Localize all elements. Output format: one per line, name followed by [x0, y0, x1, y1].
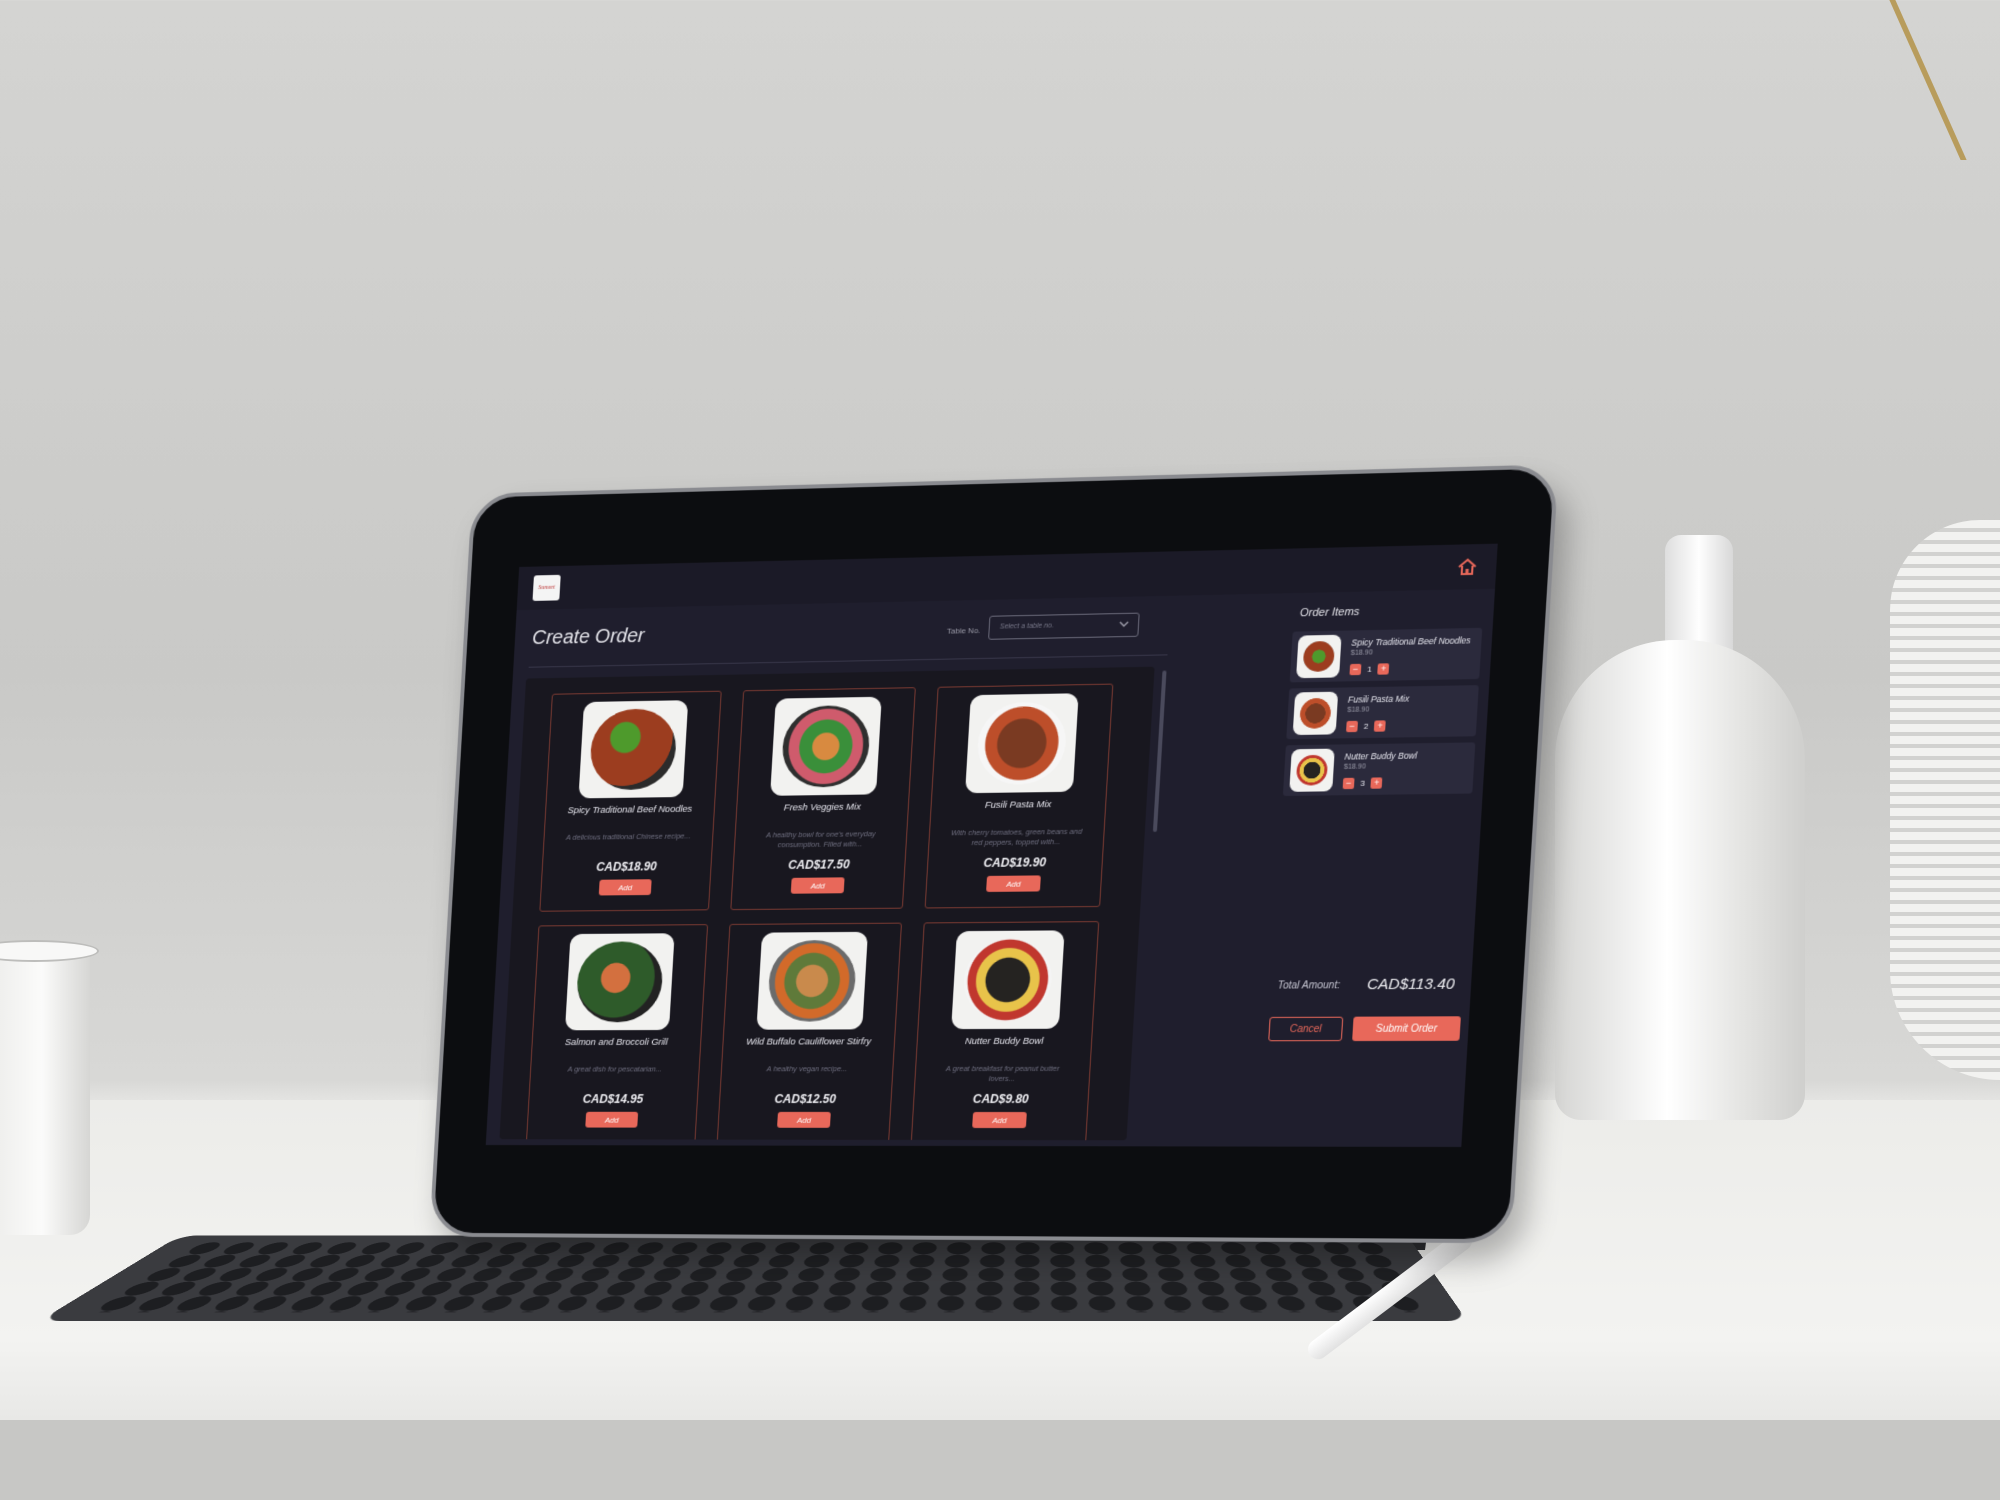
order-item-price: $18.90	[1350, 649, 1373, 657]
tablet: Sumeet Create Order Table No. Select a t…	[429, 464, 1559, 1244]
increase-button[interactable]: +	[1370, 776, 1383, 789]
dish-image	[965, 693, 1079, 794]
dish-name: Fresh Veggies Mix	[783, 801, 862, 814]
app-screen: Sumeet Create Order Table No. Select a t…	[485, 543, 1498, 1147]
dish-food	[588, 708, 679, 791]
quantity-stepper: − 2 +	[1346, 719, 1387, 732]
dish-price: CAD$17.50	[787, 857, 851, 872]
order-item-name: Spicy Traditional Beef Noodles	[1351, 635, 1472, 648]
dish-food	[766, 939, 858, 1022]
menu-card: Fusili Pasta Mix With cherry tomatoes, g…	[924, 683, 1114, 909]
menu-card: Spicy Traditional Beef Noodles A delicio…	[539, 690, 722, 912]
dish-image	[756, 931, 868, 1030]
order-item: Nutter Buddy Bowl $18.90 − 3 +	[1282, 742, 1476, 797]
menu-grid-panel: Spicy Traditional Beef Noodles A delicio…	[499, 666, 1155, 1141]
table-label: Table No.	[946, 625, 981, 636]
menu-card: Fresh Veggies Mix A healthy bowl for one…	[730, 687, 916, 911]
chevron-down-icon	[1118, 618, 1131, 630]
order-item-image	[1296, 634, 1342, 679]
dish-description: A healthy vegan recipe...	[766, 1064, 848, 1074]
page-title: Create Order	[531, 625, 645, 650]
dish-food	[575, 941, 665, 1023]
dish-image	[564, 933, 675, 1031]
order-item-name: Nutter Buddy Bowl	[1344, 750, 1418, 762]
dish-price: CAD$19.90	[983, 855, 1047, 870]
quantity-stepper: − 1 +	[1349, 662, 1390, 675]
menu-grid: Spicy Traditional Beef Noodles A delicio…	[525, 683, 1114, 1141]
order-item: Spicy Traditional Beef Noodles $18.90 − …	[1289, 627, 1483, 683]
decrease-button[interactable]: −	[1349, 663, 1362, 675]
dish-price: CAD$12.50	[774, 1092, 837, 1106]
dish-price: CAD$18.90	[595, 859, 658, 874]
app-logo[interactable]: Sumeet	[532, 574, 561, 601]
submit-order-button[interactable]: Submit Order	[1352, 1016, 1461, 1042]
main-area: Create Order Table No. Select a table no…	[486, 593, 1277, 1146]
add-button[interactable]: Add	[790, 877, 845, 894]
order-items-title: Order Items	[1299, 605, 1360, 620]
quantity-value: 2	[1363, 721, 1369, 731]
order-item-price: $18.90	[1343, 763, 1367, 771]
order-item: Fusili Pasta Mix $18.90 − 2 +	[1286, 685, 1479, 740]
order-item-image	[1292, 691, 1339, 736]
add-button[interactable]: Add	[598, 879, 652, 896]
table-select-placeholder: Select a table no.	[999, 622, 1054, 631]
plant-branch	[1889, 0, 2000, 160]
tablet-frame: Sumeet Create Order Table No. Select a t…	[429, 464, 1559, 1244]
header-divider	[528, 654, 1168, 668]
dish-image	[951, 930, 1065, 1030]
dish-description: A delicious traditional Chinese recipe..…	[565, 831, 691, 842]
add-button[interactable]: Add	[585, 1111, 639, 1128]
dish-food	[961, 938, 1055, 1022]
dish-food	[780, 704, 872, 788]
order-item-price: $18.90	[1347, 706, 1370, 714]
increase-button[interactable]: +	[1374, 719, 1387, 732]
dish-food	[975, 701, 1069, 786]
dish-name: Nutter Buddy Bowl	[964, 1035, 1044, 1048]
quantity-value: 3	[1360, 778, 1366, 788]
mug	[0, 945, 90, 1235]
add-button[interactable]: Add	[777, 1111, 831, 1128]
add-button[interactable]: Add	[986, 875, 1041, 892]
quantity-stepper: − 3 +	[1342, 776, 1383, 789]
dish-image	[578, 700, 689, 799]
table-select[interactable]: Select a table no.	[988, 612, 1140, 640]
menu-card: Salmon and Broccoli Grill A great dish f…	[525, 924, 709, 1141]
dish-name: Salmon and Broccoli Grill	[564, 1036, 668, 1048]
dish-description: With cherry tomatoes, green beans and re…	[950, 826, 1083, 848]
dish-description: A great breakfast for peanut butter love…	[945, 1063, 1060, 1084]
dish-name: Fusili Pasta Mix	[984, 799, 1052, 811]
desk-edge	[0, 1420, 2000, 1500]
menu-card: Wild Buffalo Cauliflower Stirfry A healt…	[716, 922, 903, 1141]
vase-neck	[1665, 535, 1733, 655]
order-item-image	[1289, 748, 1335, 792]
decrease-button[interactable]: −	[1342, 777, 1355, 789]
total-amount: CAD$113.40	[1366, 975, 1456, 994]
order-sidebar: Order Items Spicy Traditional Beef Noodl…	[1253, 588, 1496, 1147]
keyboard	[39, 1235, 1468, 1321]
keyboard-keys	[85, 1242, 1430, 1313]
order-item-name: Fusili Pasta Mix	[1347, 693, 1410, 705]
dish-price: CAD$14.95	[582, 1092, 644, 1106]
menu-scrollbar[interactable]	[1152, 670, 1167, 832]
dish-price: CAD$9.80	[972, 1091, 1030, 1107]
cancel-button[interactable]: Cancel	[1268, 1016, 1344, 1042]
quantity-value: 1	[1367, 664, 1373, 674]
vase	[1555, 640, 1805, 1120]
home-icon[interactable]	[1456, 556, 1478, 577]
ribbed-vase	[1890, 520, 2000, 1080]
add-button[interactable]: Add	[972, 1112, 1027, 1129]
dish-image	[770, 696, 882, 796]
decrease-button[interactable]: −	[1346, 720, 1359, 732]
increase-button[interactable]: +	[1377, 662, 1390, 675]
menu-card: Nutter Buddy Bowl A great breakfast for …	[910, 921, 1100, 1141]
dish-description: A healthy bowl for one's everyday consum…	[765, 829, 876, 850]
dish-description: A great dish for pescatarian...	[567, 1064, 663, 1074]
dish-name: Spicy Traditional Beef Noodles	[567, 803, 693, 817]
total-label: Total Amount:	[1277, 980, 1341, 992]
dish-name: Wild Buffalo Cauliflower Stirfry	[745, 1036, 872, 1048]
